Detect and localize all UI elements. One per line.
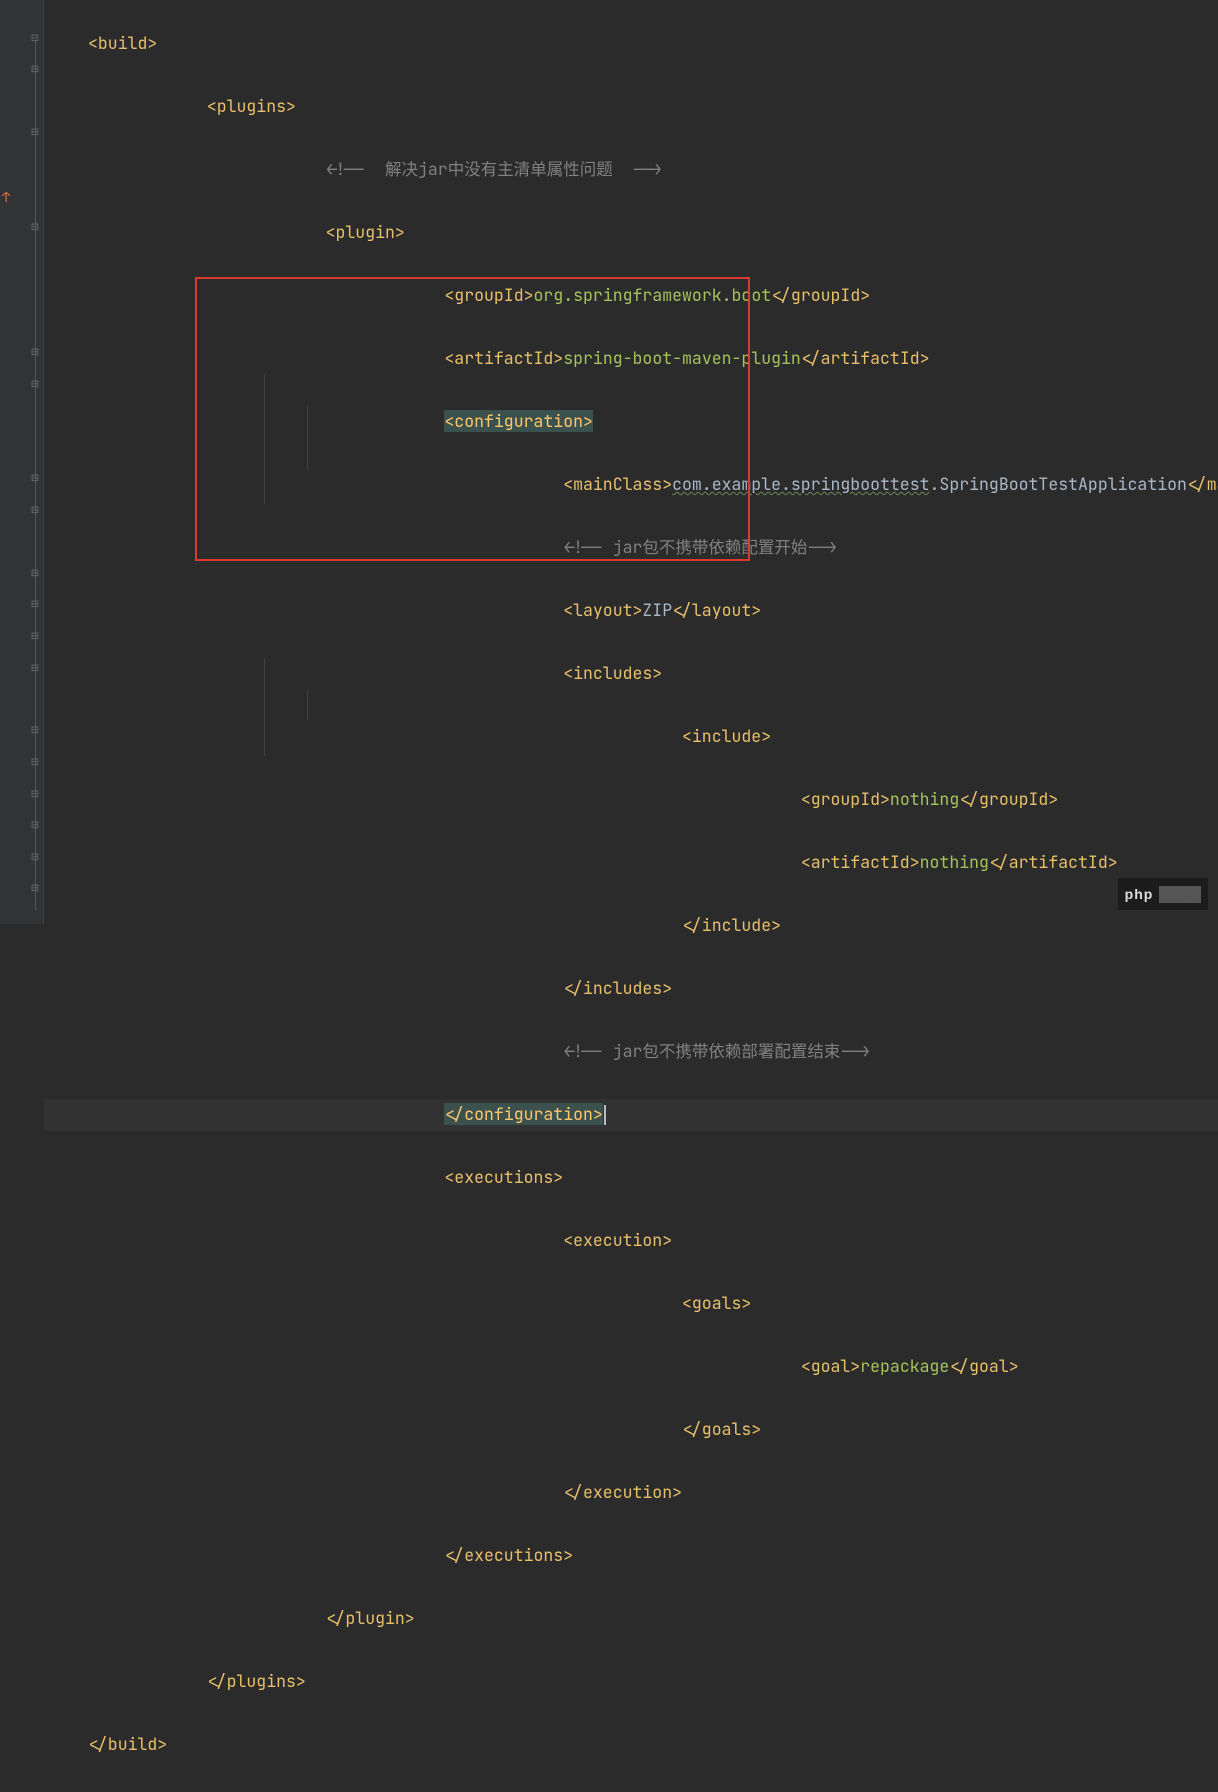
- fold-toggle-icon[interactable]: ⊟: [29, 126, 41, 138]
- code-line[interactable]: <plugins>: [44, 91, 1218, 123]
- fold-toggle-icon[interactable]: ⊟: [29, 598, 41, 610]
- fold-close-icon[interactable]: ⊟: [29, 567, 41, 579]
- xml-tag: </plugin>: [326, 1607, 415, 1629]
- code-line[interactable]: </executions>: [44, 1540, 1218, 1572]
- code-line[interactable]: </plugins>: [44, 1666, 1218, 1698]
- code-line[interactable]: </goals>: [44, 1414, 1218, 1446]
- xml-tag: </artifactId>: [989, 851, 1118, 873]
- xml-tag: <groupId>: [801, 788, 890, 810]
- xml-text-value: spring-boot-maven-plugin: [563, 347, 801, 369]
- fold-close-icon[interactable]: ⊟: [29, 724, 41, 736]
- xml-tag: </goals>: [682, 1418, 761, 1440]
- xml-text-value: nothing: [890, 788, 959, 810]
- xml-tag: <executions>: [444, 1166, 563, 1188]
- fold-close-icon[interactable]: ⊟: [29, 472, 41, 484]
- fold-toggle-icon[interactable]: ⊟: [29, 662, 41, 674]
- code-line[interactable]: <goal>repackage</goal>: [44, 1351, 1218, 1383]
- xml-tag: </includes>: [563, 977, 672, 999]
- matched-tag-highlight: </configuration>: [444, 1103, 602, 1125]
- xml-tag: </build>: [88, 1733, 167, 1755]
- fold-close-icon[interactable]: ⊟: [29, 819, 41, 831]
- xml-text-value: org.springframework.boot: [534, 284, 772, 306]
- code-line[interactable]: <!-- jar包不携带依赖配置开始-->: [44, 532, 1218, 564]
- watermark-badge: php 中文网: [1118, 878, 1208, 910]
- code-line[interactable]: <artifactId>spring-boot-maven-plugin</ar…: [44, 343, 1218, 375]
- code-line[interactable]: </build>: [44, 1729, 1218, 1761]
- xml-tag: </groupId>: [959, 788, 1058, 810]
- xml-tag: <layout>: [563, 599, 642, 621]
- code-line[interactable]: <!-- jar包不携带依赖部署配置结束-->: [44, 1036, 1218, 1068]
- xml-tag: <include>: [682, 725, 771, 747]
- xml-tag: <goal>: [801, 1355, 860, 1377]
- code-line[interactable]: <layout>ZIP</layout>: [44, 595, 1218, 627]
- xml-tag: <groupId>: [444, 284, 533, 306]
- code-line[interactable]: <!-- 解决jar中没有主清单属性问题 -->: [44, 154, 1218, 186]
- fold-close-icon[interactable]: ⊟: [29, 504, 41, 516]
- fold-toggle-icon[interactable]: ⊟: [29, 32, 41, 44]
- watermark-text-2: 中文网: [1159, 886, 1201, 903]
- code-line[interactable]: </include>: [44, 910, 1218, 942]
- code-line[interactable]: </configuration>: [44, 1099, 1218, 1131]
- fold-toggle-icon[interactable]: ⊟: [29, 630, 41, 642]
- code-line[interactable]: <build>: [44, 28, 1218, 60]
- fold-close-icon[interactable]: ⊟: [29, 882, 41, 894]
- xml-tag: </goal>: [949, 1355, 1018, 1377]
- fold-toggle-icon[interactable]: ⊟: [29, 63, 41, 75]
- fold-column: [28, 0, 44, 924]
- xml-tag: </execution>: [563, 1481, 682, 1503]
- xml-tag: <includes>: [563, 662, 662, 684]
- xml-tag: <execution>: [563, 1229, 672, 1251]
- code-line[interactable]: <groupId>nothing</groupId>: [44, 784, 1218, 816]
- xml-tag: </include>: [682, 914, 781, 936]
- matched-tag-highlight: <configuration>: [444, 410, 593, 432]
- code-line[interactable]: <includes>: [44, 658, 1218, 690]
- xml-tag: <artifactId>: [801, 851, 920, 873]
- code-line[interactable]: <include>: [44, 721, 1218, 753]
- xml-tag: <build>: [88, 32, 157, 54]
- xml-tag: </plugins>: [207, 1670, 306, 1692]
- code-line[interactable]: <execution>: [44, 1225, 1218, 1257]
- code-line[interactable]: <plugin>: [44, 217, 1218, 249]
- fold-close-icon[interactable]: ⊟: [29, 851, 41, 863]
- fold-close-icon[interactable]: ⊟: [29, 788, 41, 800]
- xml-tag: </groupId>: [771, 284, 870, 306]
- code-line[interactable]: <configuration>: [44, 406, 1218, 438]
- code-line[interactable]: <groupId>org.springframework.boot</group…: [44, 280, 1218, 312]
- watermark-text: php: [1125, 886, 1154, 902]
- fold-toggle-icon[interactable]: ⊟: [29, 378, 41, 390]
- xml-comment: <!-- 解决jar中没有主清单属性问题 -->: [326, 158, 663, 180]
- code-line[interactable]: <goals>: [44, 1288, 1218, 1320]
- xml-comment: <!-- jar包不携带依赖部署配置结束-->: [563, 1040, 870, 1062]
- xml-tag: <plugins>: [207, 95, 296, 117]
- xml-comment: <!-- jar包不携带依赖配置开始-->: [563, 536, 837, 558]
- code-line[interactable]: <artifactId>nothing</artifactId>: [44, 847, 1218, 879]
- vcs-change-marker-icon: ↑: [2, 189, 10, 201]
- code-line[interactable]: <mainClass>com.example.springboottest.Sp…: [44, 469, 1218, 501]
- xml-text-value: nothing: [920, 851, 989, 873]
- code-line[interactable]: <executions>: [44, 1162, 1218, 1194]
- xml-tag: <mainClass>: [563, 473, 672, 495]
- xml-text-value: .SpringBootTestApplication: [930, 473, 1187, 495]
- xml-tag: </artifactId>: [801, 347, 930, 369]
- fold-close-icon[interactable]: ⊟: [29, 756, 41, 768]
- xml-text-value: com.example.springboottest: [672, 473, 929, 495]
- xml-tag: <goals>: [682, 1292, 751, 1314]
- xml-tag: <plugin>: [326, 221, 405, 243]
- xml-tag: </mainClass>: [1187, 473, 1218, 495]
- code-editor-area[interactable]: <build> <plugins> <!-- 解决jar中没有主清单属性问题 -…: [44, 0, 1218, 1792]
- editor-gutter: [0, 0, 44, 924]
- code-line[interactable]: </plugin>: [44, 1603, 1218, 1635]
- fold-toggle-icon[interactable]: ⊟: [29, 346, 41, 358]
- xml-text-value: ZIP: [642, 599, 672, 621]
- xml-tag: <artifactId>: [444, 347, 563, 369]
- xml-tag: </executions>: [444, 1544, 573, 1566]
- fold-toggle-icon[interactable]: ⊟: [29, 221, 41, 233]
- xml-tag: </layout>: [672, 599, 761, 621]
- code-line[interactable]: </execution>: [44, 1477, 1218, 1509]
- xml-text-value: repackage: [860, 1355, 949, 1377]
- text-caret: [604, 1105, 606, 1125]
- code-line[interactable]: </includes>: [44, 973, 1218, 1005]
